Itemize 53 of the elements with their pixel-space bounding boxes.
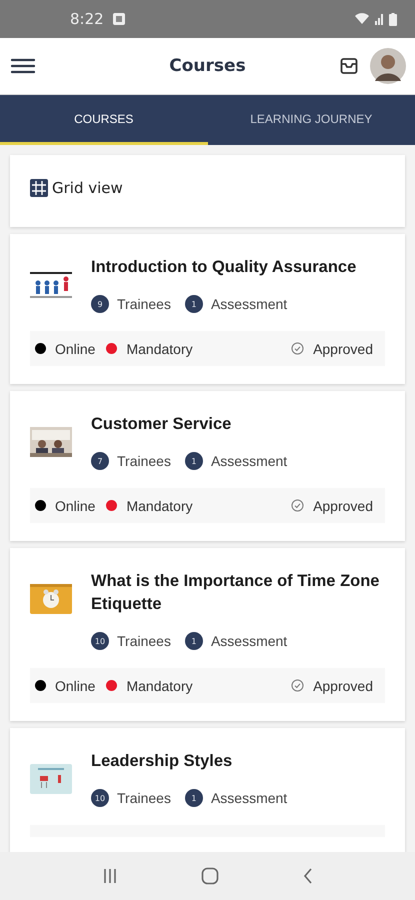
approval-status: Approved [313, 678, 373, 694]
assessment-label: Assessment [210, 633, 288, 649]
approval-status: Approved [313, 340, 373, 356]
wifi-icon [355, 13, 369, 25]
trainee-count: 9 [91, 295, 109, 313]
course-title: Introduction to Quality Assurance [91, 257, 356, 278]
page-title: Courses [168, 56, 247, 76]
battery-icon [389, 12, 397, 26]
menu-icon[interactable] [11, 58, 35, 74]
tag-label: Online [55, 678, 96, 694]
assessment-count: 1 [184, 295, 203, 313]
course-card[interactable]: Introduction to Quality Assurance 9 Trainees 1 Assessment Online Mandatory Approved [10, 234, 405, 384]
trainee-count: 7 [91, 452, 109, 470]
trainees-label: Trainees [117, 453, 171, 469]
tab[interactable]: COURSES [0, 95, 208, 145]
tag-label: Online [55, 340, 96, 356]
trainee-count: 10 [91, 789, 109, 807]
approval-status: Approved [313, 498, 373, 514]
tag-label: Mandatory [126, 678, 193, 694]
assessment-count: 1 [184, 452, 203, 470]
course-title: Customer Service [91, 414, 232, 435]
home-icon[interactable] [200, 867, 218, 885]
clock-time: 8:22 [70, 10, 104, 28]
avatar[interactable] [370, 48, 406, 84]
tag-label: Mandatory [126, 340, 193, 356]
check-circle-icon [291, 499, 304, 512]
inbox-icon[interactable] [340, 57, 358, 75]
course-card[interactable]: Leadership Styles 10 Trainees 1 Assessment [10, 728, 405, 852]
assessment-label: Assessment [210, 296, 288, 312]
view-toggle-card[interactable]: Grid view [10, 155, 405, 227]
assessment-count: 1 [184, 632, 203, 650]
back-icon[interactable] [302, 868, 314, 884]
view-label: Grid view [52, 179, 123, 197]
tag-label: Mandatory [126, 498, 193, 514]
signal-icon [374, 13, 384, 25]
check-circle-icon [291, 342, 304, 355]
assessment-label: Assessment [210, 453, 288, 469]
grid-icon [30, 179, 48, 197]
course-title: Leadership Styles [91, 751, 234, 772]
trainees-label: Trainees [117, 790, 171, 806]
course-card[interactable]: What is the Importance of Time Zone Etiquette 10 Trainees 1 Assessment Online Mandatory Approved [10, 548, 405, 721]
trainee-count: 10 [91, 632, 109, 650]
trainees-label: Trainees [117, 296, 171, 312]
assessment-label: Assessment [210, 790, 288, 806]
notification-icon [112, 13, 125, 25]
tab[interactable]: LEARNING JOURNEY [208, 95, 415, 145]
check-circle-icon [291, 679, 304, 692]
recent-apps-icon[interactable] [102, 868, 118, 884]
assessment-count: 1 [184, 789, 203, 807]
trainees-label: Trainees [117, 633, 171, 649]
course-title: What is the Importance of Time Zone Etiquette [91, 571, 380, 615]
course-card[interactable]: Customer Service 7 Trainees 1 Assessment Online Mandatory Approved [10, 391, 405, 541]
tag-label: Online [55, 498, 96, 514]
